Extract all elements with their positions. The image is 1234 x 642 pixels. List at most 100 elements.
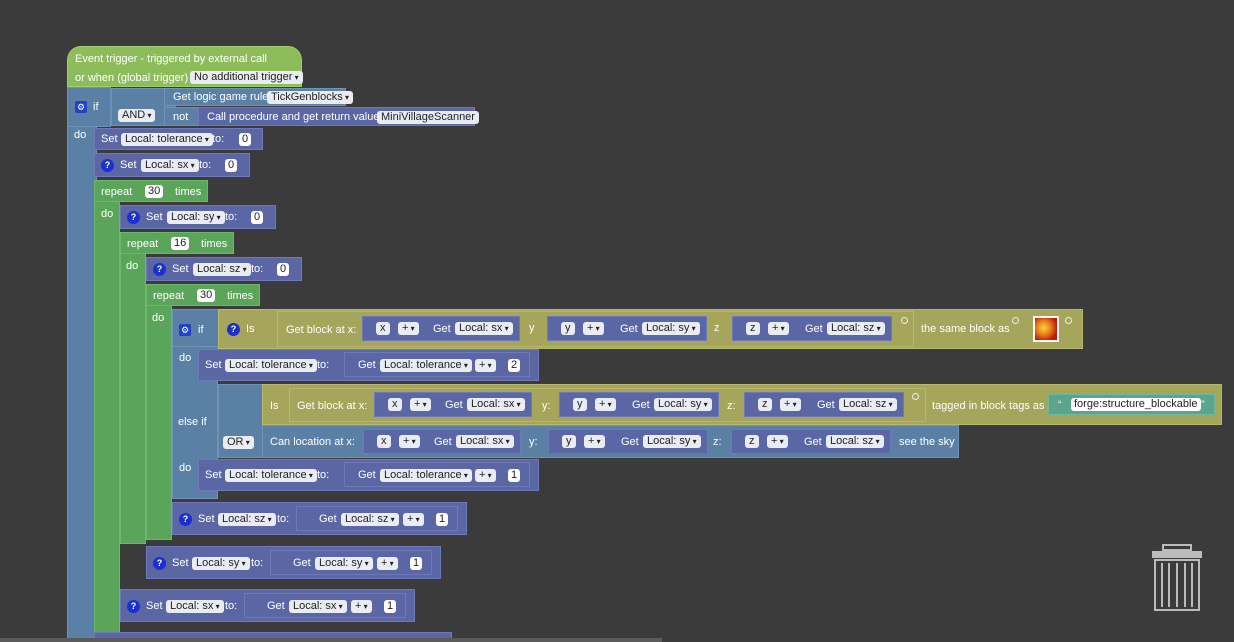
var-dropdown[interactable]: Local: sz [341, 513, 399, 526]
plus-op[interactable]: + [583, 322, 604, 335]
var-dropdown[interactable]: Local: sx [289, 600, 347, 613]
var-dropdown[interactable]: Local: sy [315, 557, 373, 570]
var-dropdown[interactable]: Local: sx [141, 159, 199, 172]
x-plus-sx[interactable]: x + Get Local: sx [374, 392, 532, 417]
get-logic-rule-block[interactable]: Get logic game rule TickGenblocks [164, 88, 353, 106]
number-field[interactable]: 1 [508, 469, 521, 482]
gear-icon[interactable]: ⚙ [75, 101, 87, 113]
plus-op[interactable]: + [351, 600, 372, 613]
repeat-loop-middle[interactable] [120, 232, 146, 544]
plus-op[interactable]: + [780, 398, 801, 411]
var-dropdown[interactable]: Local: tolerance [380, 359, 472, 372]
procedure-name-field[interactable]: MiniVillageScanner [377, 111, 479, 124]
number-field[interactable]: 0 [239, 133, 252, 146]
plus-op[interactable]: + [475, 469, 496, 482]
x-coord[interactable]: x [388, 398, 402, 411]
var-dropdown[interactable]: Local: tolerance [380, 469, 472, 482]
var-dropdown[interactable]: Local: sx [456, 435, 514, 448]
z-plus-sz[interactable]: z + Get Local: sz [744, 392, 904, 417]
help-icon[interactable]: ? [127, 211, 140, 224]
help-icon[interactable]: ? [179, 513, 192, 526]
z-coord[interactable]: z [758, 398, 772, 411]
and-dropdown[interactable]: AND [118, 109, 156, 122]
repeat-header-outer[interactable]: repeat 30 times [94, 180, 208, 202]
trigger-dropdown[interactable]: No additional trigger [190, 71, 303, 84]
block-image-icon[interactable] [1033, 316, 1059, 342]
math-sz-plus-1[interactable]: Get Local: sz + 1 [296, 506, 458, 531]
var-dropdown[interactable]: Local: sz [827, 322, 885, 335]
if-condition-row[interactable]: ⚙ if [67, 87, 111, 127]
var-dropdown[interactable]: Local: sy [642, 322, 700, 335]
number-field[interactable]: 1 [436, 513, 449, 526]
var-dropdown[interactable]: Local: sx [455, 322, 513, 335]
math-sy-plus-1[interactable]: Get Local: sy + 1 [270, 550, 432, 575]
number-field[interactable]: 0 [225, 159, 238, 172]
var-dropdown[interactable]: Local: sz [839, 398, 897, 411]
settings-icon[interactable] [912, 393, 919, 400]
number-field[interactable]: 0 [251, 211, 264, 224]
tag-field[interactable]: forge:structure_blockable [1071, 398, 1201, 411]
y-plus-sy[interactable]: y + Get Local: sy [548, 429, 708, 454]
tag-text-block[interactable]: “ forge:structure_blockable ” [1048, 394, 1215, 415]
var-dropdown[interactable]: Local: sy [192, 557, 250, 570]
y-plus-sy[interactable]: y + Get Local: sy [559, 392, 719, 417]
var-dropdown[interactable]: Local: tolerance [225, 469, 317, 482]
repeat-count[interactable]: 30 [145, 185, 164, 198]
y-coord[interactable]: y [562, 435, 576, 448]
help-icon[interactable]: ? [153, 263, 166, 276]
var-dropdown[interactable]: Local: tolerance [225, 359, 317, 372]
math-tolerance-plus[interactable]: Get Local: tolerance + 1 [344, 462, 530, 487]
plus-op[interactable]: + [410, 398, 431, 411]
math-sx-plus-1[interactable]: Get Local: sx + 1 [244, 593, 406, 618]
help-icon[interactable]: ? [153, 557, 166, 570]
if-row[interactable]: ⚙ if [172, 309, 224, 347]
y-plus-sy[interactable]: y + Get Local: sy [547, 316, 707, 341]
number-field[interactable]: 1 [384, 600, 397, 613]
repeat-header-inner[interactable]: repeat 30 times [146, 284, 260, 306]
help-icon[interactable]: ? [127, 600, 140, 613]
trash-icon[interactable] [1149, 543, 1205, 613]
number-field[interactable]: 2 [508, 359, 521, 372]
horizontal-scrollbar[interactable] [0, 638, 662, 642]
settings-icon[interactable] [901, 317, 908, 324]
var-dropdown[interactable]: Local: sx [166, 600, 224, 613]
set-sz-block[interactable]: ? Set Local: sz to: 0 [146, 257, 302, 281]
repeat-count[interactable]: 30 [197, 289, 216, 302]
plus-op[interactable]: + [595, 398, 616, 411]
set-tolerance-block[interactable]: Set Local: tolerance to: 0 [94, 128, 263, 150]
plus-op[interactable]: + [584, 435, 605, 448]
or-dropdown[interactable]: OR [223, 436, 254, 449]
z-coord[interactable]: z [746, 322, 760, 335]
plus-op[interactable]: + [403, 513, 424, 526]
x-coord[interactable]: x [377, 435, 391, 448]
rule-dropdown[interactable]: TickGenblocks [267, 91, 353, 104]
plus-op[interactable]: + [768, 322, 789, 335]
y-coord[interactable]: y [573, 398, 587, 411]
var-dropdown[interactable]: Local: sz [826, 435, 884, 448]
var-dropdown[interactable]: Local: sz [218, 513, 276, 526]
x-plus-sx[interactable]: x + Get Local: sx [362, 316, 520, 341]
var-dropdown[interactable]: Local: sy [643, 435, 701, 448]
var-dropdown[interactable]: Local: sy [167, 211, 225, 224]
plus-op[interactable]: + [475, 359, 496, 372]
y-coord[interactable]: y [561, 322, 575, 335]
var-dropdown[interactable]: Local: sy [654, 398, 712, 411]
settings-icon[interactable] [1012, 317, 1019, 324]
z-coord[interactable]: z [745, 435, 759, 448]
call-procedure-block[interactable]: Call procedure and get return value Mini… [198, 107, 479, 126]
repeat-header-middle[interactable]: repeat 16 times [120, 232, 234, 254]
repeat-loop-outer[interactable] [94, 180, 120, 642]
repeat-count[interactable]: 16 [171, 237, 190, 250]
var-dropdown[interactable]: Local: sx [467, 398, 525, 411]
or-logic-block[interactable]: OR [218, 384, 266, 458]
var-dropdown[interactable]: Local: sz [193, 263, 251, 276]
event-trigger-block[interactable]: Event trigger - triggered by external ca… [67, 46, 303, 87]
math-tolerance-plus[interactable]: Get Local: tolerance + 2 [344, 352, 530, 377]
set-sy-block[interactable]: ? Set Local: sy to: 0 [120, 205, 276, 229]
gear-icon[interactable]: ⚙ [179, 324, 191, 336]
x-coord[interactable]: x [376, 322, 390, 335]
var-dropdown[interactable]: Local: tolerance [121, 133, 213, 146]
x-plus-sx[interactable]: x + Get Local: sx [363, 429, 521, 454]
plus-op[interactable]: + [377, 557, 398, 570]
set-sx-block[interactable]: ? Set Local: sx to: 0 [94, 153, 250, 177]
